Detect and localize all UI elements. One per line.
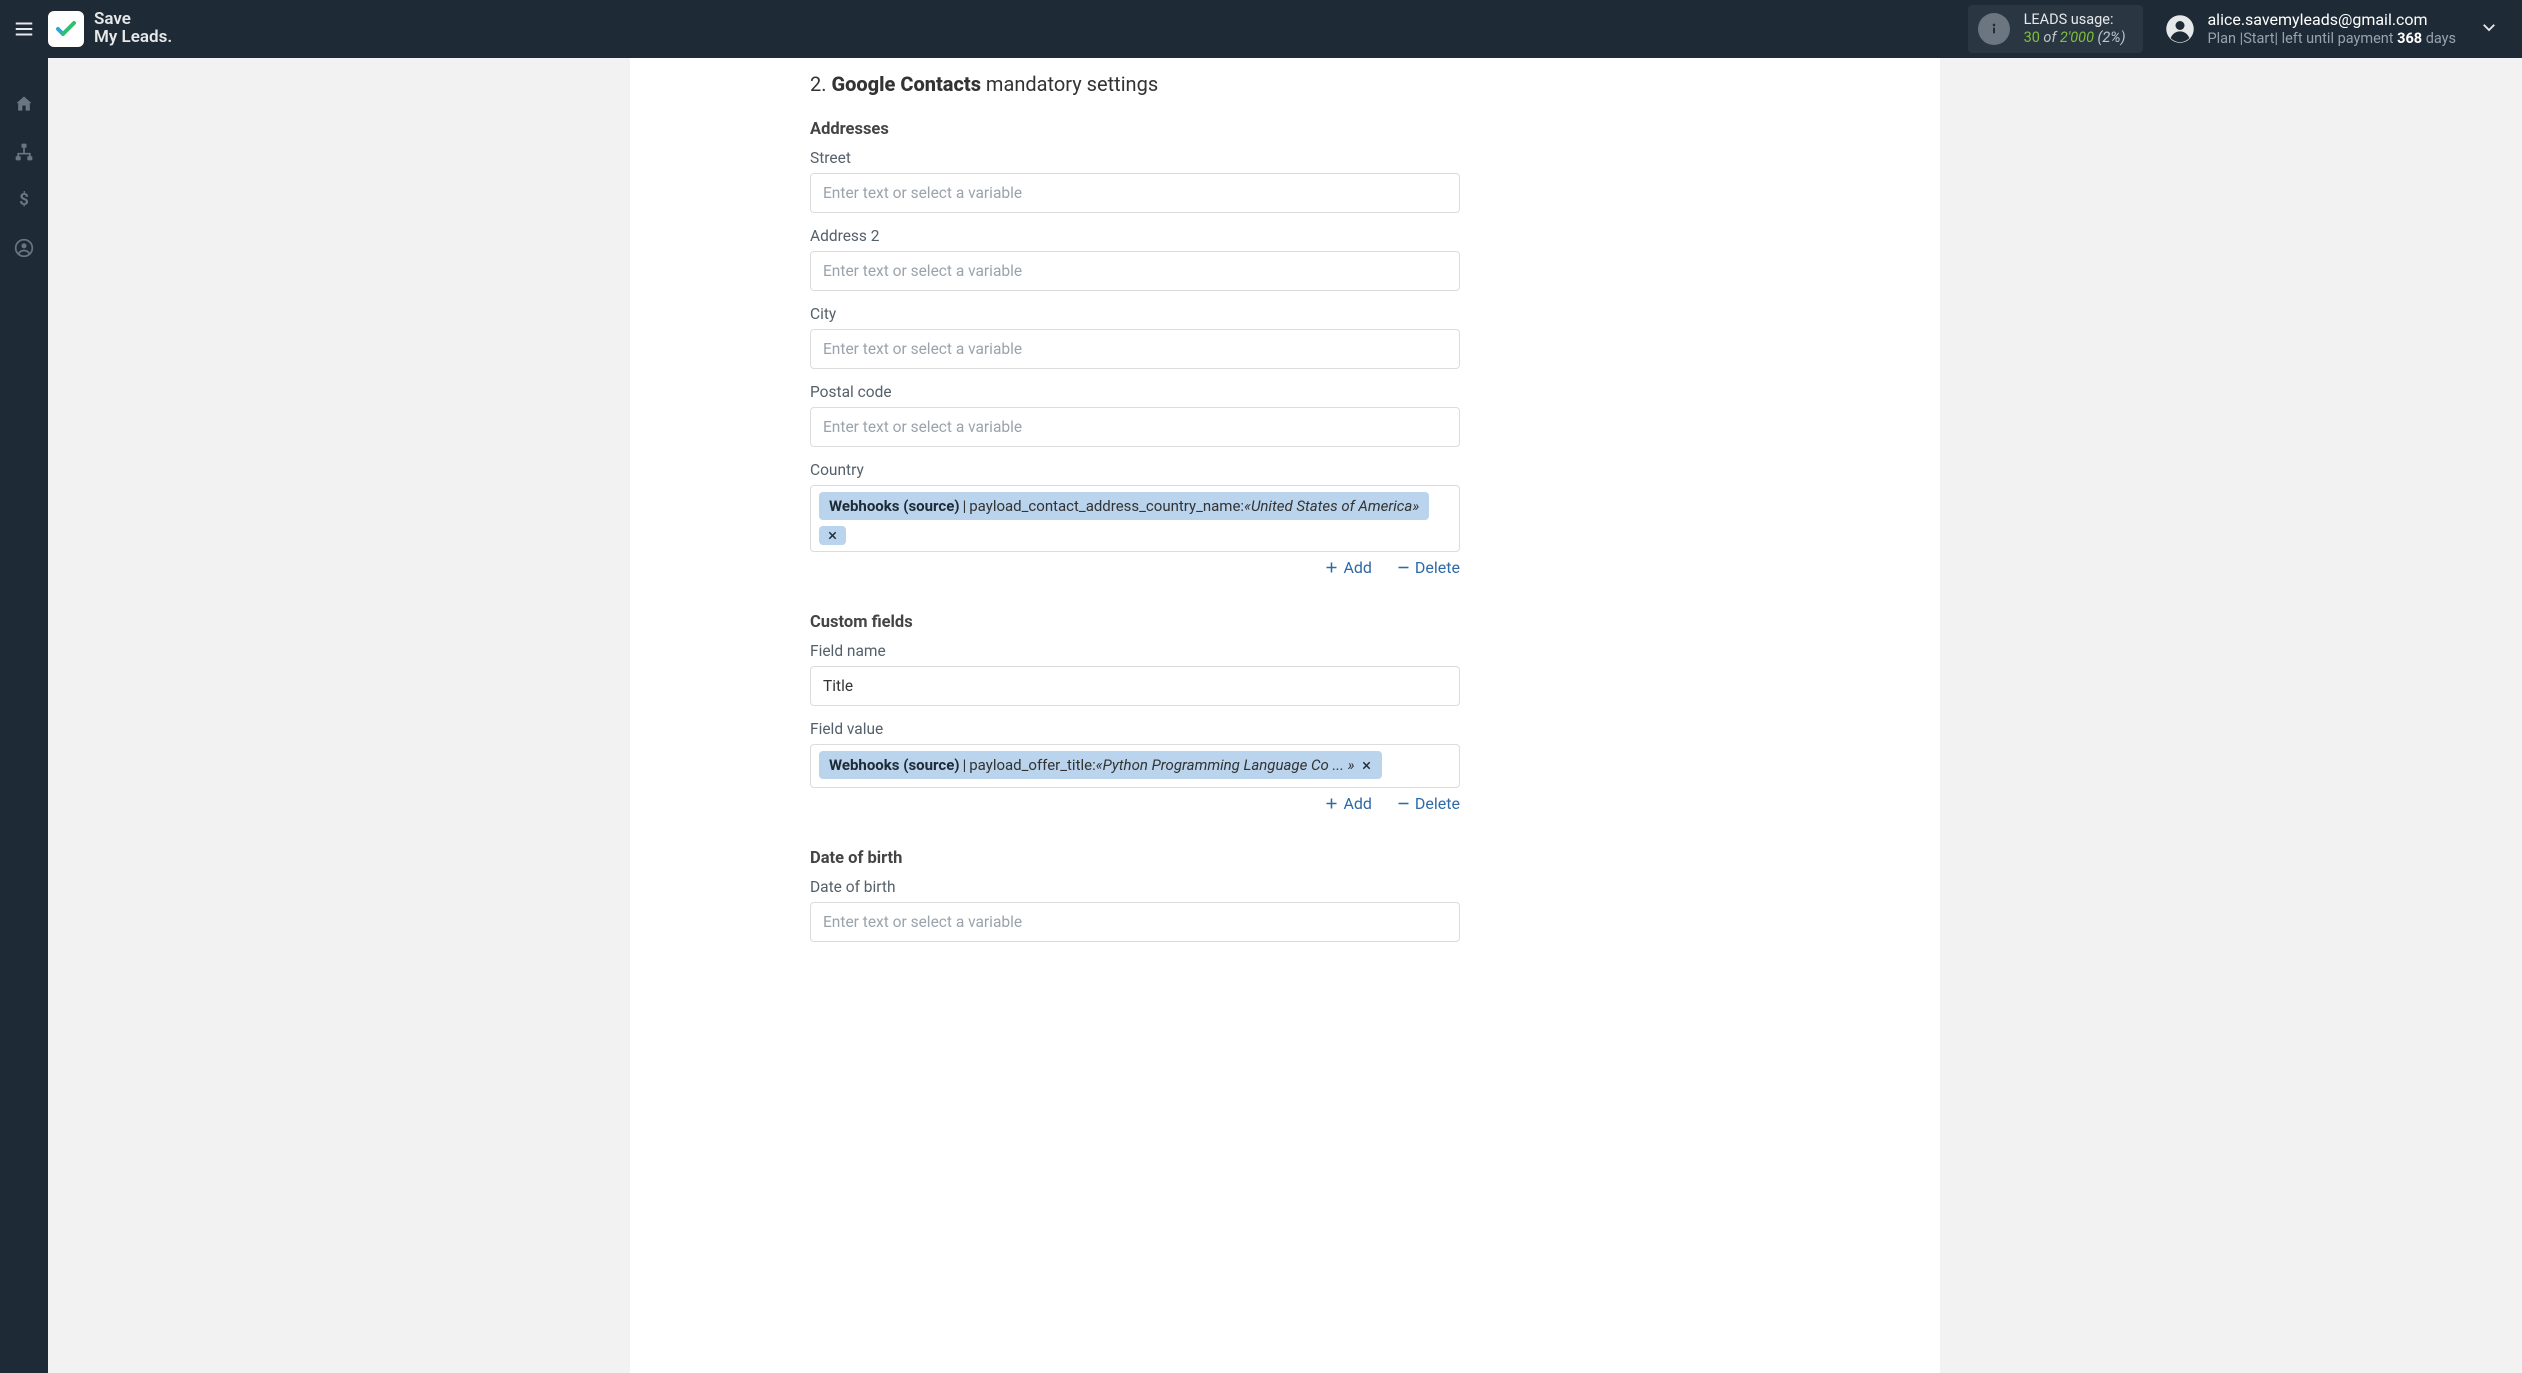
city-label: City xyxy=(810,305,1900,323)
check-icon xyxy=(54,17,78,41)
section-title: 2. Google Contacts mandatory settings xyxy=(810,72,1900,96)
sidebar-item-flows[interactable] xyxy=(0,128,48,176)
close-icon xyxy=(1361,760,1372,771)
brand-text: Save My Leads. xyxy=(94,11,172,47)
chevron-down-icon xyxy=(2480,18,2498,36)
sidebar-item-account[interactable] xyxy=(0,224,48,272)
account-box[interactable]: alice.savemyleads@gmail.com Plan |Start|… xyxy=(2165,10,2456,48)
minus-icon xyxy=(1396,560,1411,575)
main: 2. Google Contacts mandatory settings Ad… xyxy=(48,58,2522,1373)
close-icon xyxy=(827,530,838,541)
custom-fields-heading: Custom fields xyxy=(810,613,1900,632)
account-dropdown-toggle[interactable] xyxy=(2474,12,2504,46)
menu-button[interactable] xyxy=(0,18,48,40)
logo[interactable] xyxy=(48,11,84,47)
field-name-label: Field name xyxy=(810,642,1900,660)
dob-label: Date of birth xyxy=(810,878,1900,896)
usage-total: 2'000 xyxy=(2060,29,2094,46)
info-icon xyxy=(1978,13,2010,45)
postal-label: Postal code xyxy=(810,383,1900,401)
address-delete-button[interactable]: Delete xyxy=(1396,558,1460,577)
usage-of: of xyxy=(2040,29,2056,46)
address-add-button[interactable]: Add xyxy=(1324,558,1371,577)
field-value-label: Field value xyxy=(810,720,1900,738)
field-value-variable-tag[interactable]: Webhooks (source) | payload_offer_title:… xyxy=(819,751,1382,779)
addresses-heading: Addresses xyxy=(810,120,1900,139)
city-input[interactable] xyxy=(810,329,1460,369)
plus-icon xyxy=(1324,796,1339,811)
usage-label: LEADS usage: xyxy=(2024,11,2126,29)
field-value-input[interactable]: Webhooks (source) | payload_offer_title:… xyxy=(810,744,1460,788)
country-input[interactable]: Webhooks (source) | payload_contact_addr… xyxy=(810,485,1460,552)
address2-label: Address 2 xyxy=(810,227,1900,245)
minus-icon xyxy=(1396,796,1411,811)
plus-icon xyxy=(1324,560,1339,575)
usage-pct: (2%) xyxy=(2098,29,2126,46)
brand-line2: My Leads. xyxy=(94,29,172,47)
user-circle-icon xyxy=(14,238,34,258)
user-icon xyxy=(2165,14,2195,44)
custom-add-button[interactable]: Add xyxy=(1324,794,1371,813)
address2-input[interactable] xyxy=(810,251,1460,291)
usage-box: LEADS usage: 30 of 2'000 (2%) xyxy=(1968,5,2144,53)
street-input[interactable] xyxy=(810,173,1460,213)
sitemap-icon xyxy=(14,142,34,162)
postal-input[interactable] xyxy=(810,407,1460,447)
country-variable-tag[interactable]: Webhooks (source) | payload_contact_addr… xyxy=(819,492,1429,520)
usage-used: 30 xyxy=(2024,29,2040,46)
custom-delete-button[interactable]: Delete xyxy=(1396,794,1460,813)
street-label: Street xyxy=(810,149,1900,167)
sidebar-item-home[interactable] xyxy=(0,80,48,128)
plan-line: Plan |Start| left until payment 368 days xyxy=(2207,30,2456,48)
topbar: Save My Leads. LEADS usage: 30 of 2'000 … xyxy=(0,0,2522,58)
field-value-tag-remove[interactable] xyxy=(1355,760,1372,771)
country-tag-remove[interactable] xyxy=(819,526,846,545)
sidebar: $ xyxy=(0,58,48,1373)
svg-text:$: $ xyxy=(19,191,29,210)
sidebar-item-billing[interactable]: $ xyxy=(0,176,48,224)
country-label: Country xyxy=(810,461,1900,479)
account-email: alice.savemyleads@gmail.com xyxy=(2207,10,2456,30)
dob-heading: Date of birth xyxy=(810,849,1900,868)
dob-input[interactable] xyxy=(810,902,1460,942)
dollar-icon: $ xyxy=(14,190,34,210)
home-icon xyxy=(14,94,34,114)
hamburger-icon xyxy=(13,18,35,40)
field-name-input[interactable] xyxy=(810,666,1460,706)
